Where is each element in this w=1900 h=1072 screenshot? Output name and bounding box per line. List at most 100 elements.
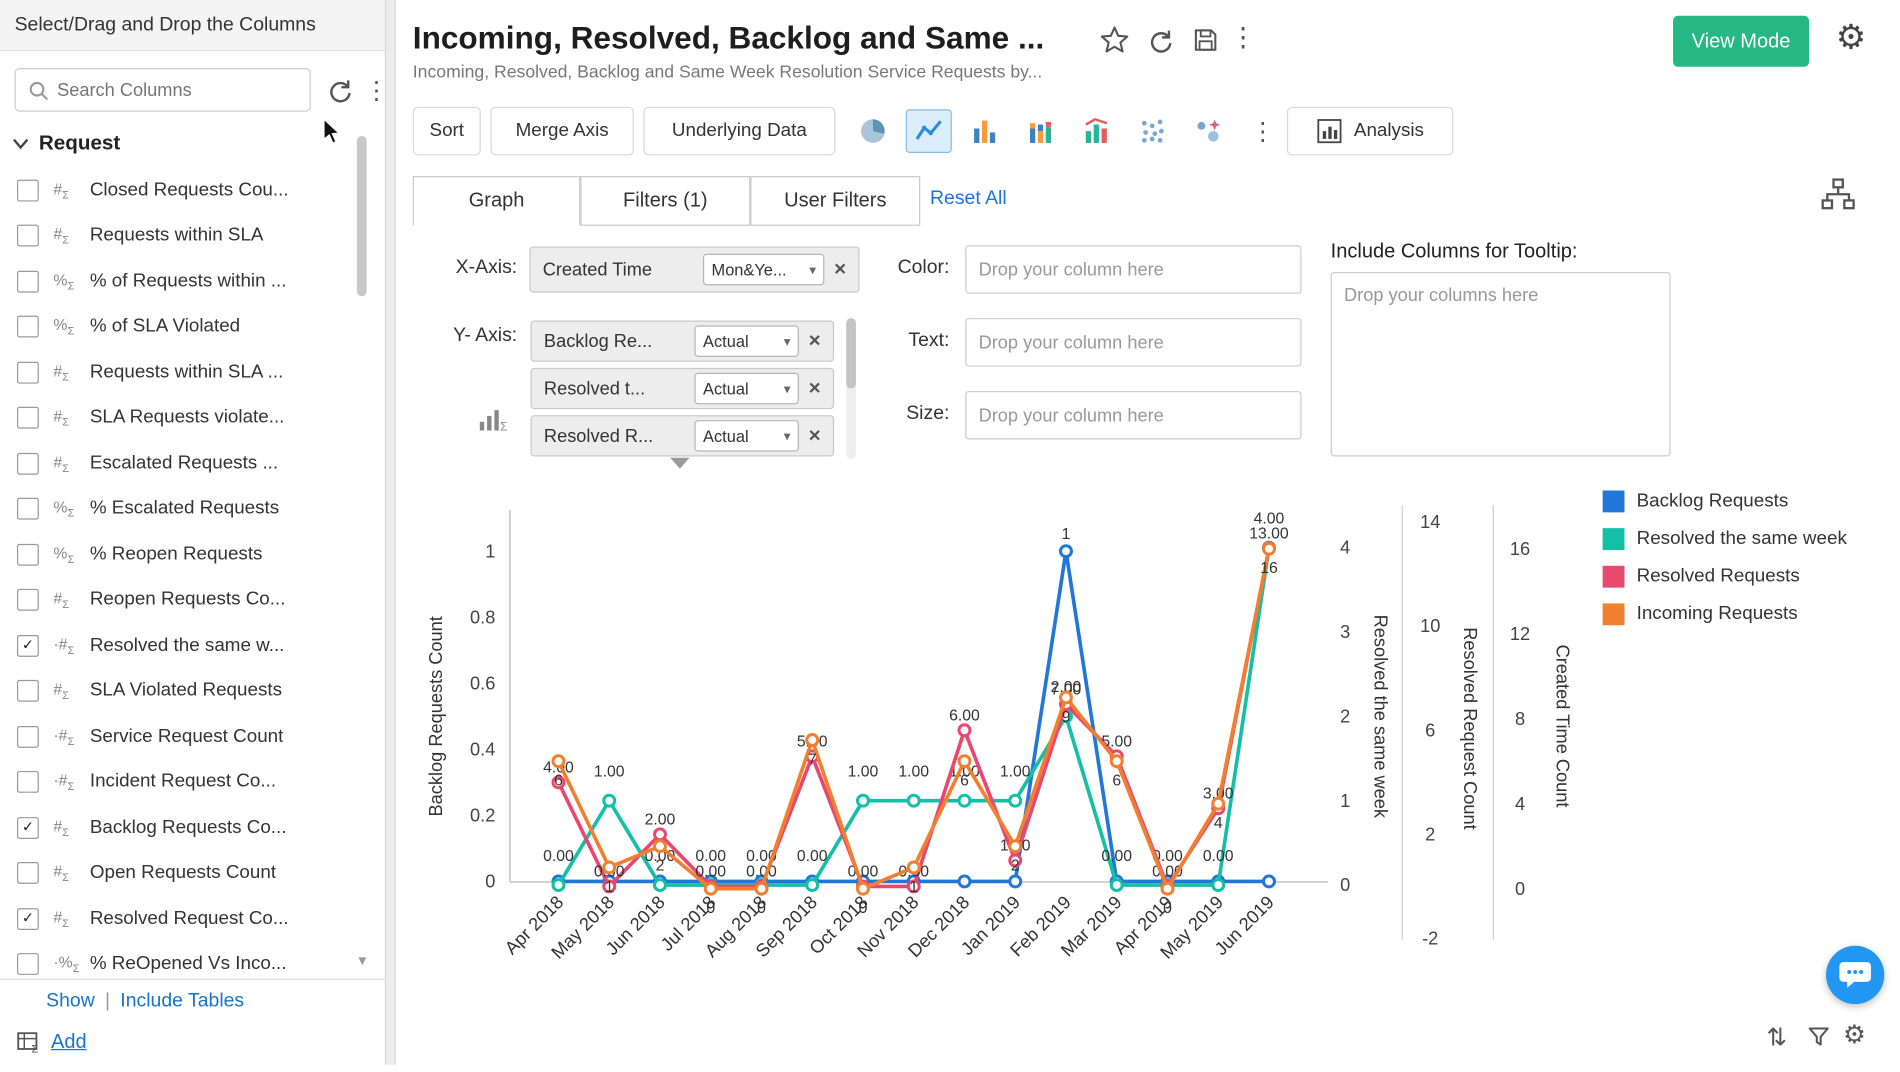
column-item[interactable]: ·#ΣService Request Count [0,714,364,760]
size-dropzone[interactable]: Drop your column here [965,391,1301,440]
chart-type-bar-marker-button[interactable] [1073,109,1119,153]
search-columns-box[interactable] [15,68,311,112]
y-axis-chip[interactable]: Backlog Re... Actual ▾ × [531,321,835,362]
view-mode-button[interactable]: View Mode [1673,16,1809,67]
layout-hierarchy-icon[interactable] [1819,177,1858,211]
chart-more-kebab-icon[interactable]: ⋮ [1251,117,1275,147]
column-checkbox[interactable]: ✓ [17,908,39,930]
series-resolved-requests[interactable]: 4.000.002.000.000.005.000.000.006.001.00… [543,525,1289,892]
column-checkbox[interactable] [17,407,39,429]
y-agg-dropdown[interactable]: Actual ▾ [695,373,799,405]
y-agg-dropdown[interactable]: Actual ▾ [695,420,799,452]
include-tables-link[interactable]: Include Tables [120,991,244,1012]
chat-support-button[interactable] [1826,946,1884,1004]
y-axis-chip[interactable]: Resolved R... Actual ▾ × [531,415,835,456]
chart-type-bar-button[interactable] [962,109,1008,153]
chart-type-scatter-button[interactable] [1129,109,1175,153]
merge-axis-button[interactable]: Merge Axis [490,107,633,156]
column-item[interactable]: #ΣRequests within SLA ... [0,350,364,396]
text-dropzone[interactable]: Drop your column here [965,318,1301,367]
svg-text:0: 0 [1515,879,1525,899]
column-checkbox[interactable] [17,498,39,520]
legend-item[interactable]: Resolved Requests [1603,566,1847,588]
add-link[interactable]: Add [51,1031,87,1054]
refresh-columns-icon[interactable] [325,75,354,104]
column-item[interactable]: ✓#ΣBacklog Requests Co... [0,805,364,851]
column-item[interactable]: #ΣClosed Requests Cou... [0,168,364,214]
sidebar-splitter[interactable] [385,0,396,1065]
column-item[interactable]: %Σ% Reopen Requests [0,532,364,578]
search-columns-input[interactable] [55,69,298,110]
caret-down-icon: ▾ [784,428,791,444]
more-fields-indicator[interactable] [670,458,689,469]
y-agg-dropdown[interactable]: Actual ▾ [695,325,799,357]
column-item[interactable]: #ΣEscalated Requests ... [0,441,364,487]
sort-rows-icon[interactable]: ⇅ [1767,1022,1787,1052]
tab-user-filters[interactable]: User Filters [750,176,920,226]
column-item[interactable]: ✓·#ΣResolved the same w... [0,623,364,669]
settings-gear-icon[interactable]: ⚙ [1836,17,1866,57]
y-axis-scroll-thumb[interactable] [846,318,856,388]
chart-type-line-button[interactable] [906,109,952,153]
tooltip-dropzone[interactable]: Drop your columns here [1331,272,1671,457]
column-item[interactable]: ✓#ΣResolved Request Co... [0,896,364,942]
y-axis-sort-icon[interactable]: Σ [478,406,507,433]
scroll-down-icon[interactable]: ▼ [356,954,369,969]
column-item[interactable]: #ΣRequests within SLA [0,213,364,259]
remove-y-axis-icon[interactable]: × [809,376,821,400]
column-checkbox[interactable] [17,225,39,247]
x-axis-chip[interactable]: Created Time Mon&Ye... ▾ × [529,246,859,292]
filter-funnel-icon[interactable] [1807,1026,1831,1048]
column-item[interactable]: %Σ% of Requests within ... [0,259,364,305]
color-dropzone[interactable]: Drop your column here [965,245,1301,294]
column-checkbox[interactable]: ✓ [17,817,39,839]
chart-type-pie-button[interactable] [850,109,896,153]
column-checkbox[interactable] [17,953,39,975]
column-checkbox[interactable] [17,453,39,475]
column-item[interactable]: #ΣSLA Violated Requests [0,668,364,714]
sort-button[interactable]: Sort [413,107,481,156]
chart-type-bubble-button[interactable] [1185,109,1231,153]
remove-y-axis-icon[interactable]: × [809,424,821,448]
remove-y-axis-icon[interactable]: × [809,329,821,353]
column-item[interactable]: #ΣSLA Requests violate... [0,395,364,441]
column-item[interactable]: #ΣReopen Requests Co... [0,577,364,623]
title-kebab-icon[interactable]: ⋮ [1230,22,1257,54]
column-item[interactable]: #ΣOpen Requests Count [0,850,364,896]
column-checkbox[interactable] [17,589,39,611]
tab-graph[interactable]: Graph [413,176,581,226]
legend-item[interactable]: Backlog Requests [1603,490,1847,512]
reset-all-link[interactable]: Reset All [930,188,1007,210]
column-item[interactable]: %Σ% of SLA Violated [0,304,364,350]
column-item[interactable]: %Σ% Escalated Requests [0,486,364,532]
legend-item[interactable]: Incoming Requests [1603,603,1847,625]
column-item[interactable]: ·%Σ% ReOpened Vs Inco... [0,942,364,979]
column-checkbox[interactable] [17,361,39,383]
chart-type-stacked-bar-button[interactable] [1017,109,1063,153]
column-checkbox[interactable]: ✓ [17,635,39,657]
chart-settings-gear-icon[interactable]: ⚙ [1843,1020,1866,1050]
underlying-data-button[interactable]: Underlying Data [643,107,835,156]
column-checkbox[interactable] [17,544,39,566]
refresh-icon[interactable] [1146,25,1175,54]
column-checkbox[interactable] [17,726,39,748]
data-label: 1 [605,879,614,896]
column-checkbox[interactable] [17,179,39,201]
show-link[interactable]: Show [46,991,95,1012]
star-icon[interactable] [1099,24,1131,56]
sidebar-scrollbar[interactable] [357,136,367,296]
legend-item[interactable]: Resolved the same week [1603,528,1847,550]
save-icon[interactable] [1191,25,1220,54]
analysis-button[interactable]: Analysis [1287,107,1453,156]
x-axis-agg-dropdown[interactable]: Mon&Ye... ▾ [703,254,824,286]
column-checkbox[interactable] [17,771,39,793]
column-checkbox[interactable] [17,862,39,884]
tab-filters[interactable]: Filters (1) [580,176,750,226]
svg-text:8: 8 [1515,709,1525,729]
column-checkbox[interactable] [17,316,39,338]
y-axis-chip[interactable]: Resolved t... Actual ▾ × [531,368,835,409]
request-section-toggle[interactable]: Request [12,131,120,155]
column-item[interactable]: ·#ΣIncident Request Co... [0,759,364,805]
column-checkbox[interactable] [17,680,39,702]
column-checkbox[interactable] [17,270,39,292]
